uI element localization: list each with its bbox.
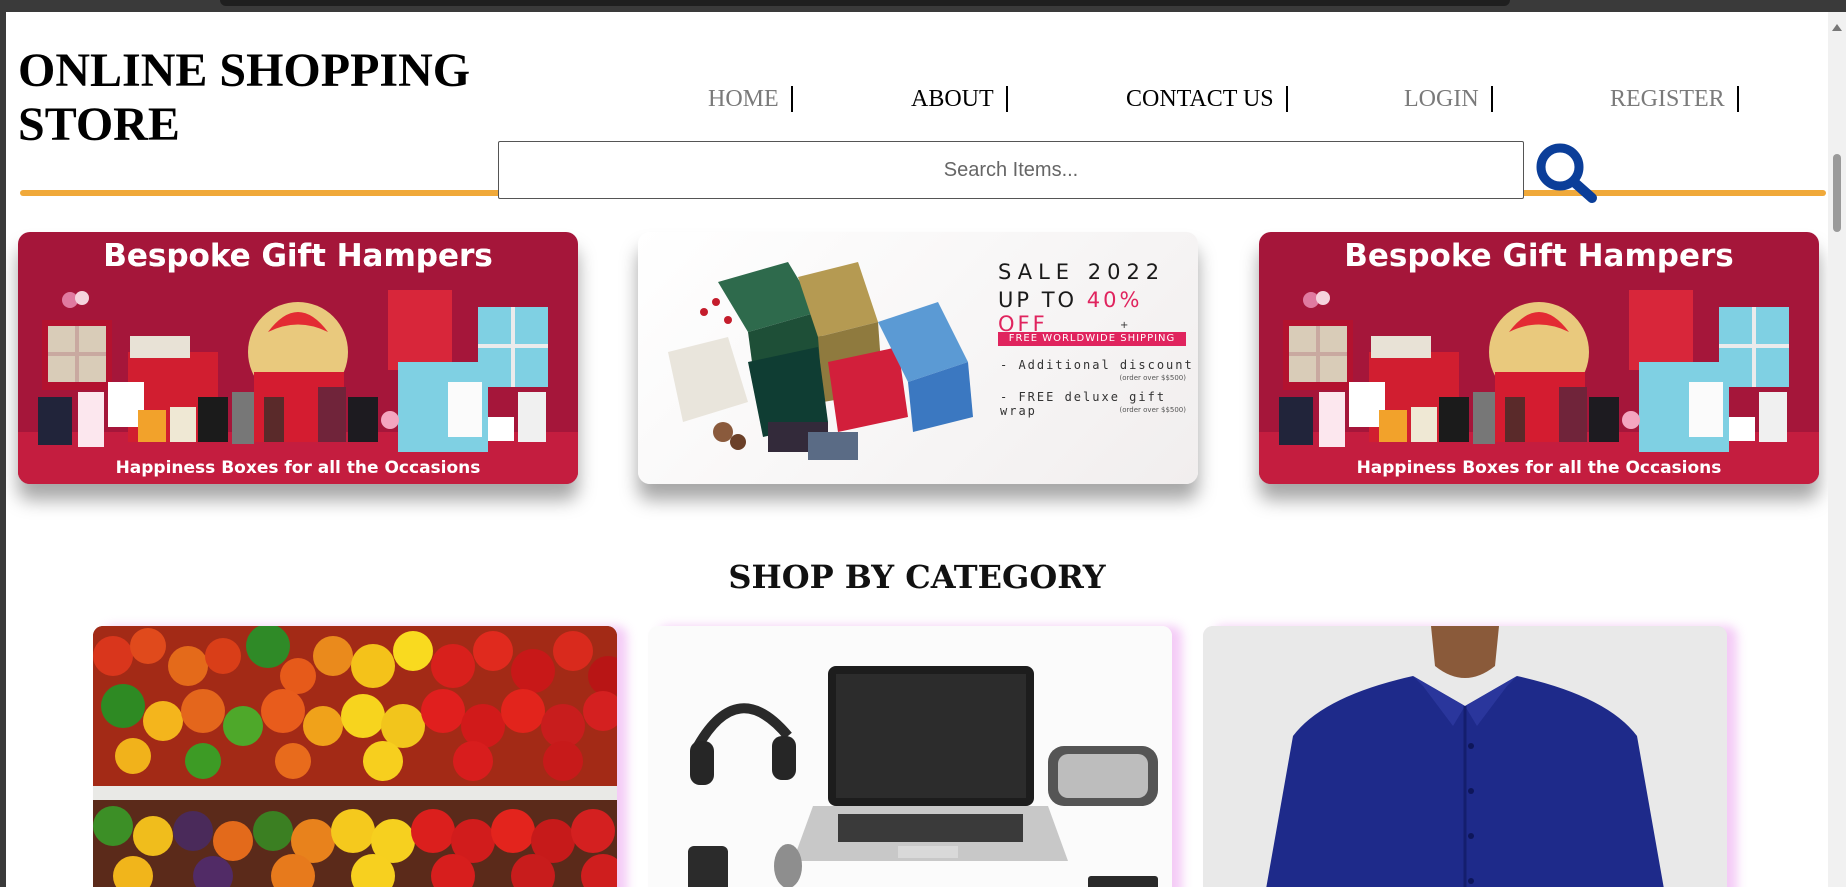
sale-detail-1: - Additional discount	[1000, 358, 1194, 372]
nav-login-link[interactable]: LOGIN	[1404, 86, 1493, 112]
magnifier-icon	[1536, 143, 1597, 203]
scroll-up-arrow-icon[interactable]	[1832, 24, 1842, 31]
sale-detail-2-sub: (order over $$500)	[1119, 406, 1186, 414]
clothing-category-image	[1203, 626, 1727, 887]
sale-detail-1-sub: (order over $$500)	[1119, 374, 1186, 382]
sale-year-text: SALE 2022	[998, 260, 1166, 284]
site-title: ONLINE SHOPPING STORE	[18, 44, 471, 151]
banner-title: Bespoke Gift Hampers	[1344, 238, 1734, 274]
nav-about-link[interactable]: ABOUT	[911, 86, 1008, 112]
category-card-vegetables[interactable]	[93, 626, 617, 887]
search-button[interactable]	[1532, 140, 1600, 206]
category-card-electronics[interactable]	[648, 626, 1172, 887]
page: ONLINE SHOPPING STORE HOME ABOUT CONTACT…	[6, 12, 1828, 887]
sale-banner[interactable]: SALE 2022 UP TO 40% OFF + FREE WORLDWIDE…	[638, 232, 1198, 484]
banner-title-overlay: Bespoke Gift Hampers	[103, 238, 493, 274]
nav-register-link[interactable]: REGISTER	[1610, 86, 1739, 112]
scrollbar-thumb[interactable]	[1833, 154, 1841, 232]
nav-home-link[interactable]: HOME	[708, 86, 793, 112]
shop-by-category-heading: SHOP BY CATEGORY	[728, 558, 1106, 596]
browser-top-bar	[0, 0, 1846, 12]
category-card-clothing[interactable]	[1203, 626, 1727, 887]
sale-plus: +	[1120, 320, 1129, 331]
nav-contact-link[interactable]: CONTACT US	[1126, 86, 1288, 112]
vegetables-category-image	[93, 626, 617, 887]
sale-shipping-badge: FREE WORLDWIDE SHIPPING	[998, 332, 1186, 346]
sale-discount-text: UP TO 40% OFF	[998, 288, 1198, 336]
gift-hampers-banner-right[interactable]: Bespoke Gift Hampers Happiness Boxes for…	[1259, 232, 1819, 484]
electronics-category-image	[648, 626, 1172, 887]
banner-caption: Happiness Boxes for all the Occasions	[1356, 458, 1722, 478]
page-scrollbar[interactable]	[1828, 12, 1846, 887]
search-input[interactable]	[498, 141, 1524, 199]
banner-caption: Happiness Boxes for all the Occasions	[115, 458, 481, 478]
browser-address-pill	[220, 0, 1510, 6]
gift-hampers-banner-left[interactable]: Bespoke Gift Hampers Bespoke Gift Hamper…	[18, 232, 578, 484]
sale-discount-prefix: UP TO	[998, 288, 1087, 312]
